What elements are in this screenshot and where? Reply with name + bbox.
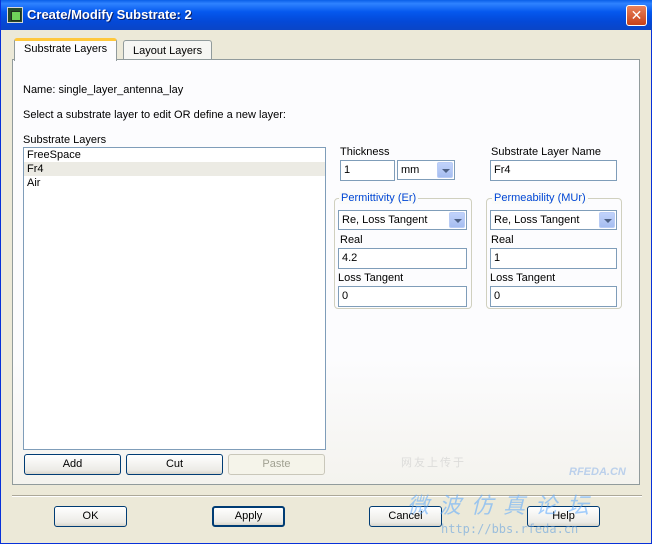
name-label: Name: single_layer_antenna_lay — [23, 84, 184, 96]
close-icon: ✕ — [630, 7, 643, 23]
tab-substrate-layers[interactable]: Substrate Layers — [14, 38, 118, 61]
dialog-window: Create/Modify Substrate: 2 ✕ Substrate L… — [0, 0, 652, 544]
thickness-unit-value: mm — [401, 164, 420, 176]
permittivity-mode-select[interactable]: Re, Loss Tangent — [338, 210, 467, 230]
permittivity-real-label: Real — [340, 234, 363, 246]
chevron-down-icon[interactable] — [599, 212, 615, 228]
footer-divider — [12, 495, 642, 497]
list-item-selected[interactable]: Fr4 — [24, 162, 325, 176]
chevron-down-icon[interactable] — [449, 212, 465, 228]
tab-layout-layers[interactable]: Layout Layers — [123, 40, 213, 61]
permeability-mode-value: Re, Loss Tangent — [494, 214, 580, 226]
app-icon — [7, 7, 23, 23]
permeability-real-input[interactable]: 1 — [490, 248, 617, 269]
apply-button[interactable]: Apply — [212, 506, 285, 527]
add-button[interactable]: Add — [24, 454, 121, 475]
ok-button[interactable]: OK — [54, 506, 127, 527]
permeability-loss-input[interactable]: 0 — [490, 286, 617, 307]
thickness-unit-select[interactable]: mm — [397, 160, 455, 180]
permittivity-loss-label: Loss Tangent — [338, 272, 404, 284]
chevron-down-icon[interactable] — [437, 162, 453, 178]
thickness-input[interactable]: 1 — [340, 160, 395, 181]
thickness-label: Thickness — [340, 146, 390, 158]
close-button[interactable]: ✕ — [626, 5, 647, 26]
layer-name-input[interactable]: Fr4 — [490, 160, 617, 181]
help-button[interactable]: Help — [527, 506, 600, 527]
permittivity-real-input[interactable]: 4.2 — [338, 248, 467, 269]
instruction-text: Select a substrate layer to edit OR defi… — [23, 109, 286, 121]
permeability-real-label: Real — [491, 234, 514, 246]
permittivity-mode-value: Re, Loss Tangent — [342, 214, 428, 226]
permeability-loss-label: Loss Tangent — [490, 272, 556, 284]
cut-button[interactable]: Cut — [126, 454, 223, 475]
cancel-button[interactable]: Cancel — [369, 506, 442, 527]
permittivity-loss-input[interactable]: 0 — [338, 286, 467, 307]
permeability-mode-select[interactable]: Re, Loss Tangent — [490, 210, 617, 230]
title-bar[interactable]: Create/Modify Substrate: 2 ✕ — [1, 0, 652, 30]
list-item[interactable]: FreeSpace — [24, 148, 325, 162]
substrate-layers-heading: Substrate Layers — [23, 134, 107, 146]
permittivity-group-title: Permittivity (Er) — [339, 192, 419, 204]
layer-name-label: Substrate Layer Name — [491, 146, 602, 158]
list-item[interactable]: Air — [24, 176, 325, 190]
substrate-layers-list[interactable]: FreeSpace Fr4 Air — [23, 147, 326, 450]
permeability-group-title: Permeability (MUr) — [492, 192, 588, 204]
paste-button[interactable]: Paste — [228, 454, 325, 475]
window-title: Create/Modify Substrate: 2 — [27, 7, 192, 22]
